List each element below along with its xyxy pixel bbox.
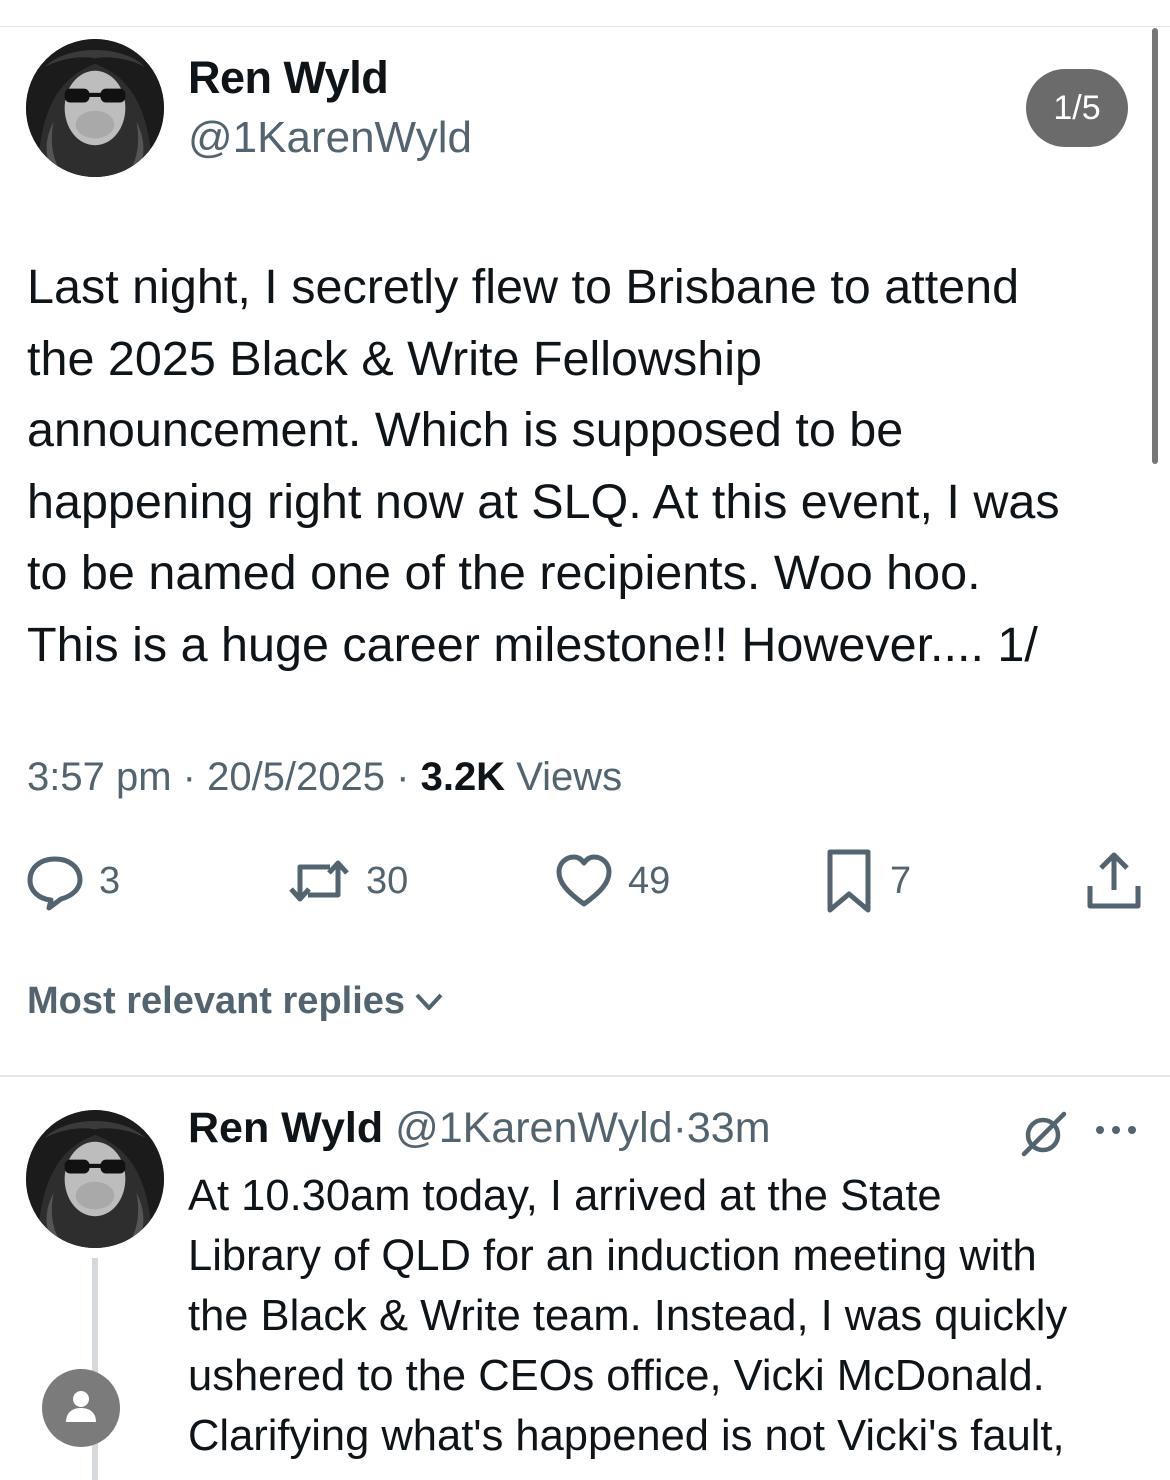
share-button[interactable]	[1086, 846, 1142, 916]
reply-header: Ren Wyld @1KarenWyld·33m	[188, 1104, 771, 1153]
repost-icon	[286, 851, 352, 911]
author-avatar[interactable]	[26, 39, 164, 177]
default-user-avatar[interactable]	[42, 1369, 120, 1447]
section-divider	[0, 1075, 1170, 1077]
reply-text: At 10.30am today, I arrived at the State…	[188, 1172, 1068, 1460]
like-count: 49	[628, 859, 671, 902]
reply-separator: ·	[672, 1104, 687, 1152]
reply-button[interactable]: 3	[25, 846, 120, 916]
bookmark-icon	[822, 848, 876, 914]
tweet-time[interactable]: 3:57 pm	[27, 755, 172, 799]
top-divider	[0, 26, 1170, 27]
more-icon[interactable]	[1094, 1122, 1138, 1143]
author-name[interactable]: Ren Wyld	[188, 52, 389, 104]
share-icon	[1086, 850, 1142, 912]
reply-time[interactable]: 33m	[687, 1104, 771, 1152]
reply-author-name[interactable]: Ren Wyld	[188, 1104, 383, 1152]
repost-count: 30	[366, 859, 409, 902]
replies-sort-label: Most relevant replies	[27, 980, 406, 1022]
author-handle[interactable]: @1KarenWyld	[188, 113, 472, 163]
chevron-down-icon	[405, 980, 445, 1023]
repost-button[interactable]: 30	[286, 846, 408, 916]
bookmark-count: 7	[890, 859, 912, 902]
reply-author-handle[interactable]: @1KarenWyld	[395, 1104, 672, 1152]
views-count: 3.2K	[420, 755, 506, 799]
reply-icon	[25, 851, 85, 911]
like-button[interactable]: 49	[554, 846, 670, 916]
meta-separator: ·	[171, 755, 208, 799]
tweet-meta: 3:57 pm · 20/5/2025 · 3.2K Views	[27, 755, 622, 800]
bookmark-button[interactable]: 7	[822, 846, 911, 916]
default-user-icon	[63, 1388, 99, 1429]
thread-connector-line	[92, 1258, 98, 1480]
action-bar: 3 30 49 7	[0, 846, 1170, 916]
meta-separator: ·	[385, 755, 421, 799]
like-icon	[554, 851, 614, 911]
replies-sort-dropdown[interactable]: Most relevant replies	[27, 980, 445, 1023]
views-label: Views	[516, 755, 623, 799]
tweet-date[interactable]: 20/5/2025	[207, 755, 385, 799]
tweet-text: Last night, I secretly flew to Brisbane …	[27, 260, 1060, 672]
reply-count: 3	[99, 859, 121, 902]
thread-counter-badge: 1/5	[1026, 69, 1128, 147]
reply-author-avatar[interactable]	[26, 1110, 164, 1248]
grok-icon[interactable]	[1018, 1108, 1070, 1165]
